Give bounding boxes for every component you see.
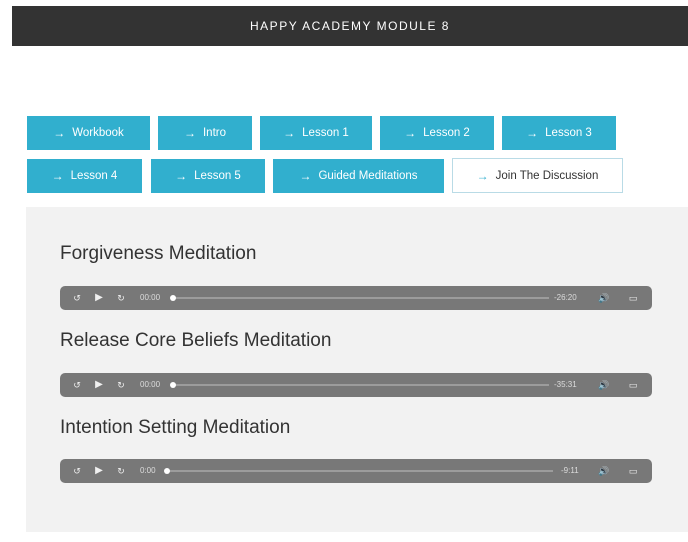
- nav-button-workbook[interactable]: → Workbook: [27, 116, 150, 150]
- progress-knob[interactable]: [170, 382, 176, 388]
- arrow-right-icon: →: [283, 126, 296, 140]
- nav-button-join-the-discussion[interactable]: → Join The Discussion: [452, 158, 623, 193]
- current-time: 00:00: [140, 293, 161, 302]
- current-time: 0:00: [140, 466, 156, 475]
- nav-button-lesson-1[interactable]: → Lesson 1: [260, 116, 372, 150]
- nav-button-guided-meditations[interactable]: → Guided Meditations: [273, 159, 444, 193]
- airplay-icon[interactable]: ▭: [626, 286, 640, 310]
- nav-button-intro[interactable]: → Intro: [158, 116, 252, 150]
- nav-button-label: Workbook: [72, 127, 124, 139]
- rewind-15-icon[interactable]: ↺: [70, 373, 84, 397]
- arrow-right-icon: →: [404, 126, 417, 140]
- track-title: Intention Setting Meditation: [60, 417, 291, 438]
- play-icon[interactable]: ▶: [92, 459, 106, 483]
- progress-knob[interactable]: [164, 468, 170, 474]
- progress-bar[interactable]: [165, 470, 553, 472]
- volume-icon[interactable]: 🔊: [596, 373, 612, 397]
- arrow-right-icon: →: [51, 169, 64, 183]
- remaining-time: -9:11: [561, 466, 579, 475]
- progress-knob[interactable]: [170, 295, 176, 301]
- rewind-15-icon[interactable]: ↺: [70, 459, 84, 483]
- nav-button-lesson-3[interactable]: → Lesson 3: [502, 116, 616, 150]
- forward-15-icon[interactable]: ↻: [114, 286, 128, 310]
- nav-button-lesson-4[interactable]: → Lesson 4: [27, 159, 142, 193]
- arrow-right-icon: →: [299, 169, 312, 183]
- module-header: HAPPY ACADEMY MODULE 8: [12, 6, 688, 46]
- arrow-right-icon: →: [476, 168, 489, 183]
- progress-bar[interactable]: [171, 297, 549, 299]
- nav-button-lesson-2[interactable]: → Lesson 2: [380, 116, 494, 150]
- play-icon[interactable]: ▶: [92, 286, 106, 310]
- forward-15-icon[interactable]: ↻: [114, 459, 128, 483]
- nav-button-label: Join The Discussion: [495, 169, 599, 182]
- nav-button-label: Lesson 5: [194, 170, 241, 182]
- play-icon[interactable]: ▶: [92, 373, 106, 397]
- audio-player: ↺ ▶ ↻ 00:00 -26:20 🔊 ▭: [60, 286, 652, 310]
- nav-button-lesson-5[interactable]: → Lesson 5: [151, 159, 265, 193]
- arrow-right-icon: →: [175, 169, 188, 183]
- remaining-time: -26:20: [554, 293, 577, 302]
- nav-button-label: Lesson 4: [70, 170, 118, 182]
- nav-button-label: Guided Meditations: [318, 170, 418, 182]
- current-time: 00:00: [140, 380, 161, 389]
- progress-bar[interactable]: [171, 384, 549, 386]
- track-title: Release Core Beliefs Meditation: [60, 330, 332, 351]
- nav-button-label: Lesson 2: [423, 127, 470, 139]
- nav-button-label: Lesson 1: [302, 127, 349, 139]
- audio-player: ↺ ▶ ↻ 0:00 -9:11 🔊 ▭: [60, 459, 652, 483]
- arrow-right-icon: →: [183, 126, 196, 140]
- arrow-right-icon: →: [526, 126, 539, 140]
- module-title: HAPPY ACADEMY MODULE 8: [250, 19, 450, 33]
- audio-player: ↺ ▶ ↻ 00:00 -35:31 🔊 ▭: [60, 373, 652, 397]
- rewind-15-icon[interactable]: ↺: [70, 286, 84, 310]
- airplay-icon[interactable]: ▭: [626, 459, 640, 483]
- volume-icon[interactable]: 🔊: [596, 286, 612, 310]
- nav-button-label: Intro: [202, 127, 226, 139]
- nav-button-label: Lesson 3: [545, 127, 592, 139]
- remaining-time: -35:31: [554, 380, 577, 389]
- forward-15-icon[interactable]: ↻: [114, 373, 128, 397]
- track-title: Forgiveness Meditation: [60, 243, 257, 264]
- volume-icon[interactable]: 🔊: [596, 459, 612, 483]
- arrow-right-icon: →: [53, 126, 66, 140]
- airplay-icon[interactable]: ▭: [626, 373, 640, 397]
